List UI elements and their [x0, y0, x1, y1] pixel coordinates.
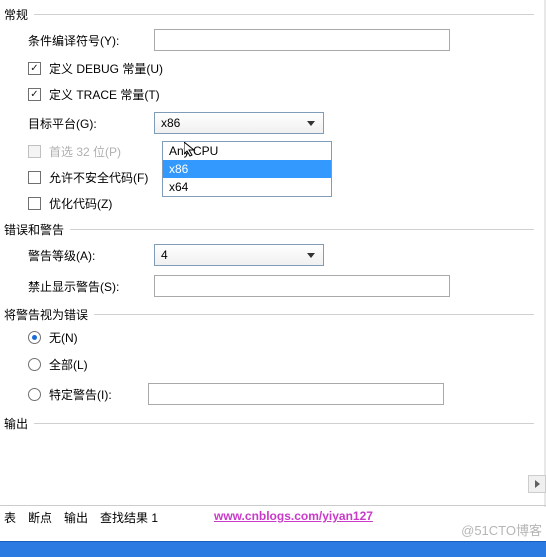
group-treat-label: 将警告视为错误 [4, 306, 88, 323]
scroll-right-button[interactable] [528, 475, 546, 493]
platform-combobox[interactable]: x86 [154, 112, 324, 134]
watermark-text: @51CTO博客 [461, 520, 542, 539]
tab-output[interactable]: 输出 [64, 509, 88, 526]
divider [70, 229, 534, 230]
radio-dot-icon [32, 335, 37, 340]
group-errors-label: 错误和警告 [4, 221, 64, 238]
dropdown-item-x86[interactable]: x86 [163, 160, 331, 178]
chevron-down-icon [303, 253, 319, 258]
optimize-checkbox[interactable] [28, 197, 41, 210]
divider [34, 423, 534, 424]
group-general-label: 常规 [4, 6, 28, 23]
group-output-label: 输出 [4, 415, 28, 432]
check-icon: ✓ [30, 90, 38, 100]
unsafe-checkbox[interactable] [28, 171, 41, 184]
warnlevel-value: 4 [161, 248, 303, 262]
specific-input[interactable] [148, 383, 444, 405]
treat-all-label: 全部(L) [49, 356, 88, 373]
warnlevel-combobox[interactable]: 4 [154, 244, 324, 266]
trace-label: 定义 TRACE 常量(T) [49, 86, 160, 103]
trace-checkbox[interactable]: ✓ [28, 88, 41, 101]
watermark-url: www.cnblogs.com/yiyan127 [214, 509, 373, 523]
treat-none-label: 无(N) [49, 329, 78, 346]
treat-none-radio[interactable] [28, 331, 41, 344]
tab-table[interactable]: 表 [4, 509, 16, 526]
prefer32-label: 首选 32 位(P) [49, 143, 121, 160]
tab-breakpoints[interactable]: 断点 [28, 509, 52, 526]
tab-findresults[interactable]: 查找结果 1 [100, 509, 158, 526]
dropdown-item-anycpu[interactable]: Any CPU [163, 142, 331, 160]
check-icon: ✓ [30, 64, 38, 74]
status-bar [0, 541, 546, 557]
treat-specific-radio[interactable] [28, 388, 41, 401]
conditional-label: 条件编译符号(Y): [28, 32, 154, 49]
chevron-down-icon [303, 121, 319, 126]
divider [94, 314, 534, 315]
debug-label: 定义 DEBUG 常量(U) [49, 60, 163, 77]
platform-value: x86 [161, 116, 303, 130]
suppress-label: 禁止显示警告(S): [28, 278, 154, 295]
debug-checkbox[interactable]: ✓ [28, 62, 41, 75]
treat-all-radio[interactable] [28, 358, 41, 371]
chevron-right-icon [535, 480, 540, 488]
suppress-input[interactable] [154, 275, 450, 297]
platform-label: 目标平台(G): [28, 115, 154, 132]
platform-dropdown[interactable]: Any CPU x86 x64 [162, 141, 332, 197]
prefer32-checkbox [28, 145, 41, 158]
warnlevel-label: 警告等级(A): [28, 247, 154, 264]
dropdown-item-x64[interactable]: x64 [163, 178, 331, 196]
unsafe-label: 允许不安全代码(F) [49, 169, 148, 186]
treat-specific-label: 特定警告(I): [49, 386, 148, 403]
optimize-label: 优化代码(Z) [49, 195, 112, 212]
conditional-input[interactable] [154, 29, 450, 51]
divider [34, 14, 534, 15]
